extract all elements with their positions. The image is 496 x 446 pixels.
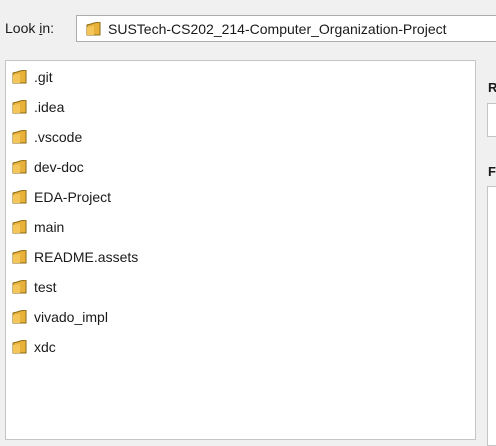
folder-item[interactable]: README.assets	[12, 247, 138, 267]
folder-icon	[12, 190, 27, 204]
folder-icon	[12, 130, 27, 144]
folder-item[interactable]: main	[12, 217, 64, 237]
folder-icon	[12, 250, 27, 264]
look-in-path: SUSTech-CS202_214-Computer_Organization-…	[108, 20, 447, 37]
right-panel-preview	[487, 186, 496, 446]
folder-icon	[12, 220, 27, 234]
folder-name: xdc	[34, 339, 56, 355]
folder-icon	[12, 160, 27, 174]
folder-item[interactable]: xdc	[12, 337, 56, 357]
folder-icon	[12, 310, 27, 324]
folder-item[interactable]: test	[12, 277, 57, 297]
folder-icon	[12, 280, 27, 294]
right-panel-label-2: F	[488, 164, 496, 179]
folder-item[interactable]: .idea	[12, 97, 64, 117]
folder-name: vivado_impl	[34, 309, 108, 325]
look-in-combobox[interactable]: SUSTech-CS202_214-Computer_Organization-…	[76, 15, 496, 42]
folder-icon	[12, 100, 27, 114]
folder-item[interactable]: dev-doc	[12, 157, 84, 177]
folder-item[interactable]: vivado_impl	[12, 307, 108, 327]
folder-name: .vscode	[34, 129, 83, 145]
folder-name: main	[34, 219, 65, 235]
folder-icon	[86, 21, 101, 35]
folder-name: .git	[34, 69, 53, 85]
folder-icon	[12, 70, 27, 84]
folder-item[interactable]: EDA-Project	[12, 187, 111, 207]
look-in-label: Look in:	[5, 20, 55, 36]
folder-icon	[12, 340, 27, 354]
right-panel-label-1: R	[488, 80, 496, 95]
file-list[interactable]: .git .idea .vscode dev-doc EDA-Project main RE…	[5, 60, 476, 440]
folder-name: test	[34, 279, 57, 295]
folder-name: dev-doc	[34, 159, 84, 175]
folder-item[interactable]: .vscode	[12, 127, 82, 147]
folder-name: README.assets	[34, 249, 139, 265]
folder-name: .idea	[34, 99, 65, 115]
folder-name: EDA-Project	[34, 189, 112, 205]
right-panel-field[interactable]	[487, 103, 496, 137]
folder-item[interactable]: .git	[12, 67, 53, 87]
